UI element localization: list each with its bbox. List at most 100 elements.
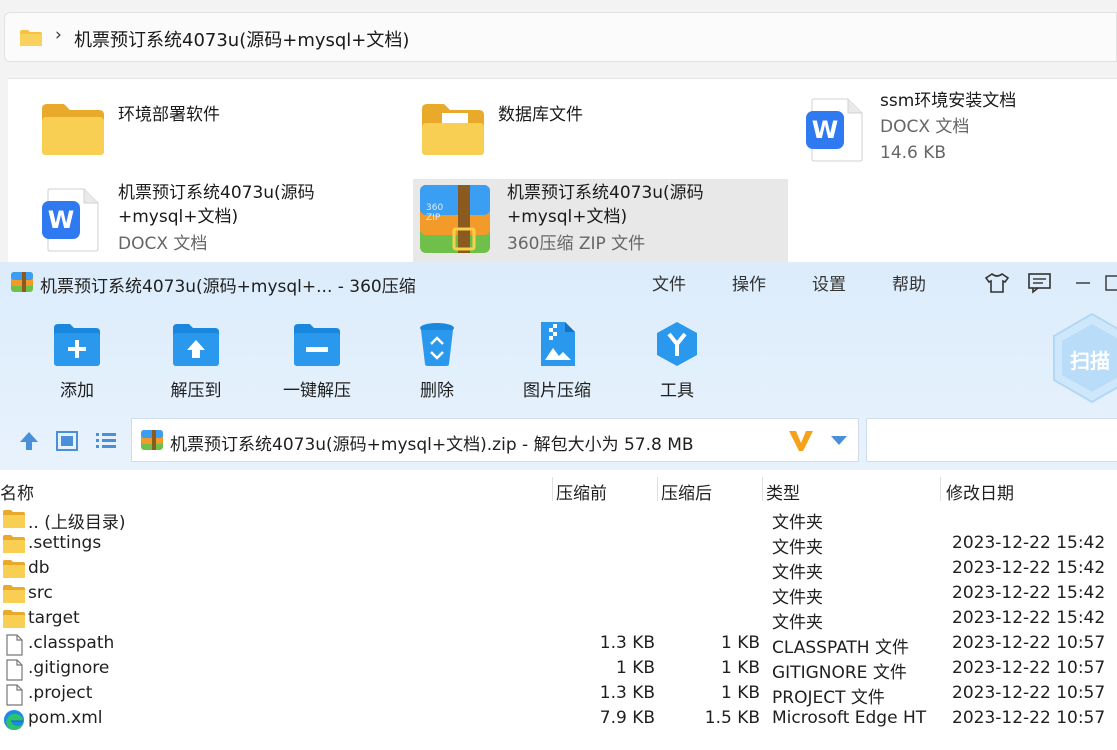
svg-text:ZIP: ZIP xyxy=(426,213,441,223)
column-size-after[interactable]: 压缩后 xyxy=(661,479,712,504)
row-size-before: 7.9 KB xyxy=(599,708,655,728)
table-row[interactable]: .. (上级目录) 文件夹 xyxy=(0,507,1117,533)
minimize-icon[interactable] xyxy=(1075,272,1091,294)
row-name: .classpath xyxy=(28,633,115,653)
file-size: 14.6 KB xyxy=(880,143,947,163)
tools-button[interactable]: 工具 xyxy=(627,320,727,401)
row-date: 2023-12-22 15:42 xyxy=(952,608,1106,628)
menu-settings[interactable]: 设置 xyxy=(812,270,846,295)
row-name: .settings xyxy=(28,533,102,553)
column-size-before[interactable]: 压缩前 xyxy=(556,479,607,504)
file-tile-ssm-doc[interactable]: W ssm环境安装文档 DOCX 文档 14.6 KB xyxy=(802,89,1117,169)
title-bar[interactable]: 机票预订系统4073u(源码+mysql+... - 360压缩 文件 操作 设… xyxy=(0,262,1117,302)
file-type: 360压缩 ZIP 文件 xyxy=(507,234,646,254)
scan-label: 扫描 xyxy=(1070,349,1110,373)
archive-path-box[interactable]: 机票预订系统4073u(源码+mysql+文档).zip - 解包大小为 57.… xyxy=(131,418,859,462)
row-name: pom.xml xyxy=(28,708,103,728)
row-date: 2023-12-22 10:57 xyxy=(952,683,1106,703)
v-badge-icon[interactable] xyxy=(788,430,814,452)
file-icon xyxy=(6,684,23,706)
folder-icon xyxy=(3,560,25,578)
add-button[interactable]: 添加 xyxy=(27,320,127,401)
row-name: target xyxy=(28,608,80,628)
address-bar[interactable]: › 机票预订系统4073u(源码+mysql+文档) xyxy=(4,12,1117,62)
table-row[interactable]: target 文件夹 2023-12-22 15:42 xyxy=(0,607,1117,633)
file-tile-env-software[interactable]: 环境部署软件 xyxy=(38,97,368,177)
image-compress-icon xyxy=(541,322,575,366)
thumbnail-view-icon[interactable] xyxy=(56,431,78,451)
column-header: 名称 压缩前 压缩后 类型 修改日期 xyxy=(0,475,1117,504)
folder-icon xyxy=(3,610,25,628)
file-name: 机票预订系统4073u(源码 xyxy=(118,183,315,203)
svg-text:360: 360 xyxy=(426,203,443,213)
svg-text:W: W xyxy=(812,116,838,144)
row-size-after: 1 KB xyxy=(720,633,760,653)
extract-to-button[interactable]: 解压到 xyxy=(146,320,246,401)
breadcrumb-path[interactable]: 机票预订系统4073u(源码+mysql+文档) xyxy=(74,26,409,52)
row-name: .gitignore xyxy=(28,658,110,678)
file-explorer-window: › 机票预订系统4073u(源码+mysql+文档) 环境部署软件 数据库文件 xyxy=(0,0,1117,263)
list-view-icon[interactable] xyxy=(95,431,117,451)
row-size-before: 1.3 KB xyxy=(599,683,655,703)
row-date: 2023-12-22 15:42 xyxy=(952,583,1106,603)
column-separator[interactable] xyxy=(552,477,553,501)
breadcrumb-chevron-icon: › xyxy=(55,25,62,45)
row-date: 2023-12-22 10:57 xyxy=(952,633,1106,653)
row-date: 2023-12-22 10:57 xyxy=(952,658,1106,678)
one-click-extract-icon xyxy=(294,324,340,366)
search-input[interactable] xyxy=(866,418,1117,462)
file-tile-database[interactable]: 数据库文件 xyxy=(418,97,788,177)
table-row[interactable]: .settings 文件夹 2023-12-22 15:42 xyxy=(0,532,1117,558)
up-arrow-icon[interactable] xyxy=(18,430,40,452)
column-name[interactable]: 名称 xyxy=(0,479,34,504)
column-separator[interactable] xyxy=(940,477,941,501)
table-row[interactable]: .classpath 1.3 KB 1 KB CLASSPATH 文件 2023… xyxy=(0,632,1117,658)
skin-shirt-icon[interactable] xyxy=(984,272,1010,294)
table-row[interactable]: db 文件夹 2023-12-22 15:42 xyxy=(0,557,1117,583)
row-type: Microsoft Edge HT xyxy=(772,708,927,728)
one-click-extract-button[interactable]: 一键解压 xyxy=(267,320,367,401)
menu-file[interactable]: 文件 xyxy=(652,270,686,295)
row-type: 文件夹 xyxy=(772,538,823,558)
edge-browser-icon xyxy=(4,710,24,730)
folder-icon xyxy=(3,585,25,603)
feedback-icon[interactable] xyxy=(1027,272,1053,294)
file-tile-project-zip[interactable]: 360 ZIP 机票预订系统4073u(源码 +mysql+文档) 360压缩 … xyxy=(413,179,788,263)
table-row[interactable]: src 文件夹 2023-12-22 15:42 xyxy=(0,582,1117,608)
recycle-bin-icon xyxy=(420,323,454,366)
column-separator[interactable] xyxy=(657,477,658,501)
file-name: 数据库文件 xyxy=(498,105,583,125)
file-icon xyxy=(6,659,23,681)
zip-archive-icon xyxy=(141,430,163,450)
column-separator[interactable] xyxy=(762,477,763,501)
column-modified-date[interactable]: 修改日期 xyxy=(946,479,1014,504)
window-title: 机票预订系统4073u(源码+mysql+... - 360压缩 xyxy=(40,277,416,297)
maximize-icon[interactable] xyxy=(1105,272,1117,294)
file-tile-project-doc[interactable]: W 机票预订系统4073u(源码 +mysql+文档) DOCX 文档 xyxy=(38,179,398,259)
delete-button[interactable]: 删除 xyxy=(387,320,487,401)
column-type[interactable]: 类型 xyxy=(766,479,800,504)
row-name: db xyxy=(28,558,50,578)
menu-operation[interactable]: 操作 xyxy=(732,270,766,295)
row-date: 2023-12-22 10:57 xyxy=(952,708,1106,728)
zip-window: 机票预订系统4073u(源码+mysql+... - 360压缩 文件 操作 设… xyxy=(0,262,1117,750)
menu-help[interactable]: 帮助 xyxy=(892,270,926,295)
row-size-after: 1 KB xyxy=(720,683,760,703)
image-compress-button[interactable]: 图片压缩 xyxy=(507,320,607,401)
table-row[interactable]: .gitignore 1 KB 1 KB GITIGNORE 文件 2023-1… xyxy=(0,657,1117,683)
row-name: src xyxy=(28,583,53,603)
chevron-down-icon[interactable] xyxy=(830,435,848,447)
file-type: DOCX 文档 xyxy=(118,234,208,254)
zip-archive-icon: 360 ZIP xyxy=(420,185,490,253)
row-size-before: 1.3 KB xyxy=(599,633,655,653)
file-list-pane: 环境部署软件 数据库文件 W ssm环境安装文档 DOCX 文档 14.6 KB xyxy=(8,78,1117,263)
table-row[interactable]: pom.xml 7.9 KB 1.5 KB Microsoft Edge HT … xyxy=(0,707,1117,732)
table-row[interactable]: .project 1.3 KB 1 KB PROJECT 文件 2023-12-… xyxy=(0,682,1117,708)
row-name: .project xyxy=(28,683,93,703)
row-size-after: 1.5 KB xyxy=(704,708,760,728)
row-type: 文件夹 xyxy=(772,513,823,533)
scan-button[interactable]: 扫描 xyxy=(1052,312,1117,404)
folder-icon xyxy=(3,510,25,528)
folder-icon xyxy=(3,535,25,553)
row-size-after: 1 KB xyxy=(720,658,760,678)
